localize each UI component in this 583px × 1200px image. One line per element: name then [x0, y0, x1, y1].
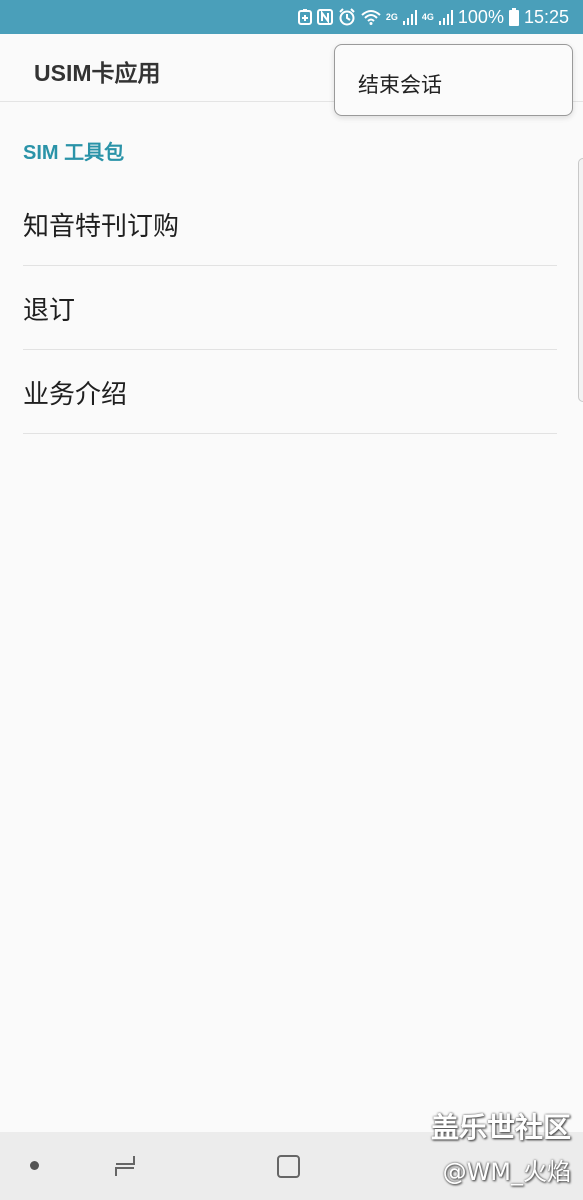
clock: 15:25: [523, 6, 569, 27]
page-title: USIM卡应用: [34, 60, 161, 86]
dot-icon[interactable]: [30, 1161, 39, 1170]
list-item[interactable]: 退订: [23, 266, 557, 350]
battery-saver-icon: [297, 9, 312, 25]
battery-icon: [508, 8, 519, 26]
signal-2g-label: 2G: [385, 12, 398, 22]
signal-2g-icon: [402, 9, 417, 25]
list-item[interactable]: 业务介绍: [23, 350, 557, 434]
end-session-menu-item[interactable]: 结束会话: [358, 69, 442, 99]
signal-4g-label: 4G: [421, 12, 434, 22]
signal-4g-icon: [438, 9, 453, 25]
watermark-handle: @WM_火焰: [442, 1158, 571, 1186]
alarm-icon: [338, 8, 356, 26]
popup-menu: 结束会话: [334, 44, 573, 116]
watermark-title: 盖乐世社区: [430, 1111, 571, 1144]
nfc-icon: [316, 9, 333, 25]
wifi-icon: [361, 9, 381, 25]
watermark: 盖乐世社区 @WM_火焰: [431, 1106, 571, 1187]
edge-panel-handle[interactable]: [578, 158, 583, 402]
home-icon[interactable]: [275, 1153, 303, 1185]
list-item-label: 知音特刊订购: [23, 212, 180, 242]
list-item-label: 退订: [23, 296, 76, 326]
list-item-label: 业务介绍: [23, 380, 128, 410]
status-bar: 2G 4G 100% 15:25: [0, 0, 583, 34]
section-header: SIM 工具包: [23, 142, 125, 164]
recent-apps-icon[interactable]: [112, 1152, 140, 1184]
list-item[interactable]: 知音特刊订购: [23, 182, 557, 266]
battery-percent: 100%: [457, 6, 504, 27]
status-icons: 2G 4G 100% 15:25: [297, 0, 569, 34]
